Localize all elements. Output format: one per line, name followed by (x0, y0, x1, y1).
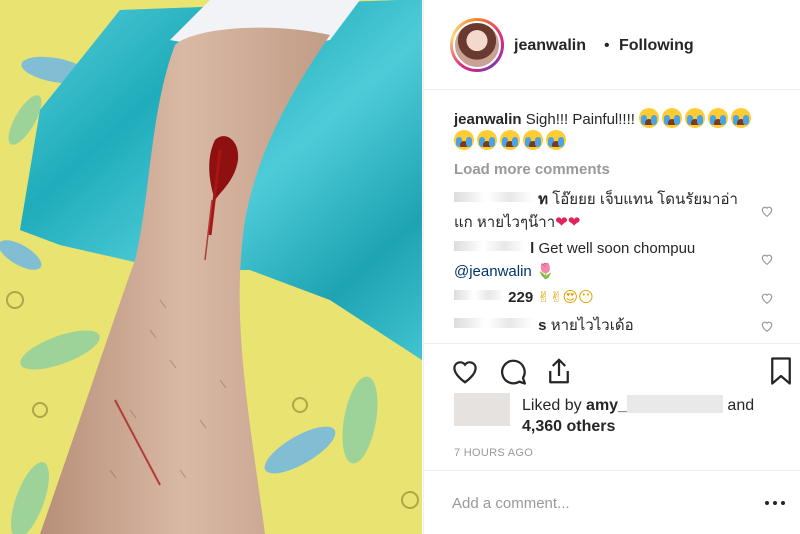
blurred-username (454, 192, 534, 202)
mention-link[interactable]: @jeanwalin (454, 263, 532, 280)
tulip-emoji: 🌷 (535, 262, 555, 280)
post-header: jeanwalin • Following (424, 0, 800, 90)
arm-wound-image (0, 0, 422, 534)
liker-username[interactable]: amy_ (586, 397, 627, 414)
like-comment-heart-icon[interactable] (760, 252, 774, 266)
crying-face-icon (639, 108, 660, 128)
following-button[interactable]: Following (619, 37, 694, 55)
comment-username[interactable]: s (538, 315, 547, 337)
blurred-username (454, 241, 526, 251)
liker-avatar[interactable] (454, 393, 510, 426)
crying-face-icon (523, 130, 543, 150)
blurred-username (454, 318, 534, 328)
blurred-liker (626, 395, 723, 413)
comment-username[interactable]: ท (538, 189, 549, 211)
like-comment-heart-icon[interactable] (760, 319, 774, 333)
crying-face-icon (708, 108, 729, 128)
comment-item: 229 ✌✌😍😶 (454, 286, 754, 309)
more-options-icon[interactable] (763, 493, 787, 513)
crying-emoji-row (639, 108, 754, 128)
heart-emoji: ❤❤ (555, 213, 581, 231)
comment-item: ท โอ๊ยยย เจ็บแทน โดนรัยมาอ่า แก หายไวๆน๊… (454, 189, 754, 234)
likes-and: and (727, 397, 755, 414)
like-comment-heart-icon[interactable] (760, 204, 774, 218)
post-panel: jeanwalin • Following jeanwalin Sigh!!! … (423, 0, 800, 534)
comment-item: l Get well soon chompuu @jeanwalin 🌷 (454, 238, 754, 283)
crying-face-icon (662, 108, 683, 128)
bookmark-icon[interactable] (766, 356, 796, 386)
caption-text: Sigh!!! Painful!!!! (525, 111, 635, 128)
avatar[interactable] (453, 21, 501, 69)
emoji-reaction: ✌✌😍😶 (537, 288, 594, 306)
load-more-comments[interactable]: Load more comments (454, 161, 610, 178)
liked-by-label: Liked by (522, 397, 582, 414)
crying-face-icon (454, 130, 474, 150)
caption-username[interactable]: jeanwalin (454, 111, 522, 128)
comment-icon[interactable] (498, 356, 528, 386)
crying-emoji-row (454, 130, 569, 150)
comment-text: Get well soon chompuu (538, 240, 696, 257)
comment-text: โอ๊ยยย เจ็บแทน โดนรัยมาอ่า (552, 191, 738, 208)
crying-face-icon (477, 130, 497, 150)
header-separator: • (604, 37, 610, 54)
header-username[interactable]: jeanwalin (514, 37, 586, 55)
add-comment-bar (424, 470, 800, 534)
crying-face-icon (500, 130, 520, 150)
add-comment-input[interactable] (452, 491, 742, 515)
like-comment-heart-icon[interactable] (760, 291, 774, 305)
action-bar (424, 343, 800, 397)
comment-item: s หายไวไวเด้อ (454, 315, 754, 337)
post-photo[interactable] (0, 0, 422, 534)
share-icon[interactable] (544, 356, 574, 386)
post-timestamp[interactable]: 7 HOURS AGO (454, 447, 533, 459)
comment-text: หายไวไวเด้อ (550, 317, 634, 334)
comment-text: แก หายไวๆน๊าา (454, 214, 556, 231)
comment-username[interactable]: 229 (508, 287, 534, 309)
crying-face-icon (546, 130, 566, 150)
comment-username[interactable]: l (530, 238, 535, 260)
crying-face-icon (685, 108, 706, 128)
crying-face-icon (731, 108, 752, 128)
likes-text: Liked by amy_ and 4,360 others (522, 395, 792, 437)
likes-count[interactable]: 4,360 others (522, 418, 615, 435)
story-ring[interactable] (450, 18, 504, 72)
blurred-username (454, 290, 504, 300)
heart-icon[interactable] (450, 356, 480, 386)
caption: jeanwalin Sigh!!! Painful!!!! (454, 108, 784, 152)
